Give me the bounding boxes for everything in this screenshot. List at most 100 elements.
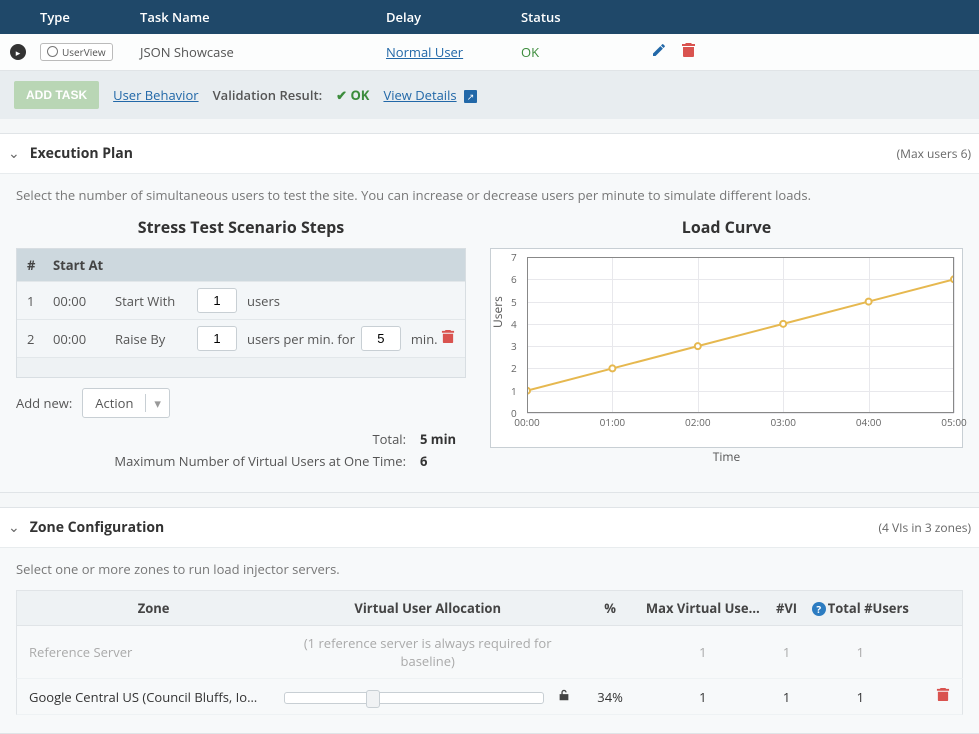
zone-total: 1 (810, 688, 910, 706)
load-curve-chart: Users 0123456700:0001:0002:0003:0004:000… (490, 248, 963, 448)
y-tick: 1 (511, 384, 517, 398)
step-label: Start With (115, 292, 191, 310)
zone-alloc-note: (1 reference server is always required f… (278, 634, 577, 670)
step-row: 2 00:00 Raise By users per min. for min. (17, 319, 465, 357)
step-time: 00:00 (53, 292, 115, 310)
zone-name: Reference Server (29, 643, 278, 661)
max-users-label: Maximum Number of Virtual Users at One T… (114, 452, 406, 470)
start-with-input[interactable] (197, 288, 237, 313)
step-unit: users (247, 292, 280, 310)
zone-max: 1 (643, 643, 763, 661)
zone-vi: 1 (763, 688, 811, 706)
chart-ylabel: Users (489, 296, 506, 328)
edit-icon[interactable] (651, 42, 667, 62)
step-label: Raise By (115, 330, 191, 348)
step-row: 1 00:00 Start With users (17, 281, 465, 319)
zone-vi: 1 (763, 643, 811, 661)
zone-max: 1 (643, 688, 763, 706)
zone-config-section: ⌄ Zone Configuration (4 VIs in 3 zones) … (0, 507, 979, 734)
delay-link[interactable]: Normal User (386, 43, 463, 61)
zone-row: Reference Server (1 reference server is … (16, 626, 963, 679)
view-details-link[interactable]: View Details (383, 86, 456, 104)
steps-title: Stress Test Scenario Steps (16, 216, 466, 238)
x-tick: 05:00 (941, 415, 967, 429)
execution-plan-desc: Select the number of simultaneous users … (16, 186, 963, 204)
col-status: Status (521, 8, 651, 26)
delete-zone-icon[interactable] (936, 688, 950, 706)
zone-total: 1 (810, 643, 910, 661)
total-label: Total: (372, 430, 406, 448)
x-tick: 01:00 (600, 415, 626, 429)
validation-result-value: OK (350, 86, 369, 104)
validation-result-label: Validation Result: (213, 86, 323, 104)
zone-col-vi: #VI (763, 599, 811, 617)
col-task-name: Task Name (140, 8, 386, 26)
chevron-down-icon: ▾ (145, 394, 169, 412)
y-tick: 4 (511, 317, 517, 331)
col-delay: Delay (386, 8, 521, 26)
delete-step-icon[interactable] (441, 329, 455, 348)
zone-row: Google Central US (Council Bluffs, Io… 3… (16, 679, 963, 715)
add-new-label: Add new: (16, 394, 72, 412)
execution-plan-section: ⌄ Execution Plan (Max users 6) Select th… (0, 133, 979, 493)
zone-table: Zone Virtual User Allocation % Max Virtu… (16, 590, 963, 715)
y-tick: 3 (511, 339, 517, 353)
task-table-header: Type Task Name Delay Status (0, 0, 979, 34)
zone-col-total: ?Total #Users (810, 599, 910, 617)
chevron-down-icon[interactable]: ⌄ (8, 518, 20, 537)
step-num: 2 (27, 330, 53, 348)
max-users-meta: (Max users 6) (897, 145, 971, 162)
zone-col-pct: % (577, 599, 643, 617)
type-badge-label: UserView (62, 45, 106, 59)
zone-col-zone: Zone (29, 599, 278, 617)
steps-col-start: Start At (53, 256, 455, 274)
steps-table: # Start At 1 00:00 Start With users 2 00… (16, 248, 466, 378)
action-select-value: Action (83, 394, 145, 412)
task-table: Type Task Name Delay Status ▸ UserView J… (0, 0, 979, 119)
zone-desc: Select one or more zones to run load inj… (16, 560, 963, 578)
task-status: OK (521, 43, 651, 61)
raise-by-input[interactable] (197, 326, 237, 351)
zone-col-alloc: Virtual User Allocation (278, 599, 577, 617)
user-icon (47, 46, 58, 57)
load-curve-title: Load Curve (490, 216, 963, 238)
action-select[interactable]: Action ▾ (82, 388, 170, 418)
expand-row-icon[interactable]: ▸ (10, 44, 26, 60)
zone-config-title: Zone Configuration (30, 518, 879, 537)
zone-name: Google Central US (Council Bluffs, Io… (29, 688, 278, 706)
external-link-icon: ↗ (464, 90, 477, 103)
y-tick: 5 (511, 295, 517, 309)
steps-col-num: # (27, 256, 53, 274)
execution-plan-title: Execution Plan (30, 144, 897, 163)
max-users-value: 6 (420, 452, 466, 470)
task-toolbar: ADD TASK User Behavior Validation Result… (0, 71, 979, 119)
chart-xlabel: Time (713, 448, 741, 465)
total-value: 5 min (420, 430, 466, 448)
delete-icon[interactable] (681, 42, 696, 62)
step-unit: users per min. for (247, 330, 355, 348)
x-tick: 00:00 (514, 415, 540, 429)
zone-pct: 34% (577, 688, 643, 706)
task-row: ▸ UserView JSON Showcase Normal User OK (0, 34, 979, 71)
x-tick: 02:00 (685, 415, 711, 429)
step-time: 00:00 (53, 330, 115, 348)
step-num: 1 (27, 292, 53, 310)
zone-col-max: Max Virtual Use… (643, 599, 763, 617)
zone-meta: (4 VIs in 3 zones) (878, 519, 971, 536)
y-tick: 7 (511, 250, 517, 264)
userview-badge[interactable]: UserView (40, 43, 113, 61)
allocation-slider[interactable] (284, 692, 544, 704)
user-behavior-link[interactable]: User Behavior (113, 86, 198, 104)
help-icon[interactable]: ? (812, 602, 826, 616)
add-task-button[interactable]: ADD TASK (14, 81, 99, 109)
unlock-icon[interactable] (557, 688, 571, 706)
y-tick: 2 (511, 361, 517, 375)
x-tick: 03:00 (770, 415, 796, 429)
task-name: JSON Showcase (140, 43, 386, 61)
duration-input[interactable] (361, 326, 401, 351)
x-tick: 04:00 (856, 415, 882, 429)
step-unit2: min. (411, 330, 438, 348)
checkmark-icon: ✔ (336, 86, 347, 104)
chevron-down-icon[interactable]: ⌄ (8, 144, 20, 163)
y-tick: 6 (511, 272, 517, 286)
